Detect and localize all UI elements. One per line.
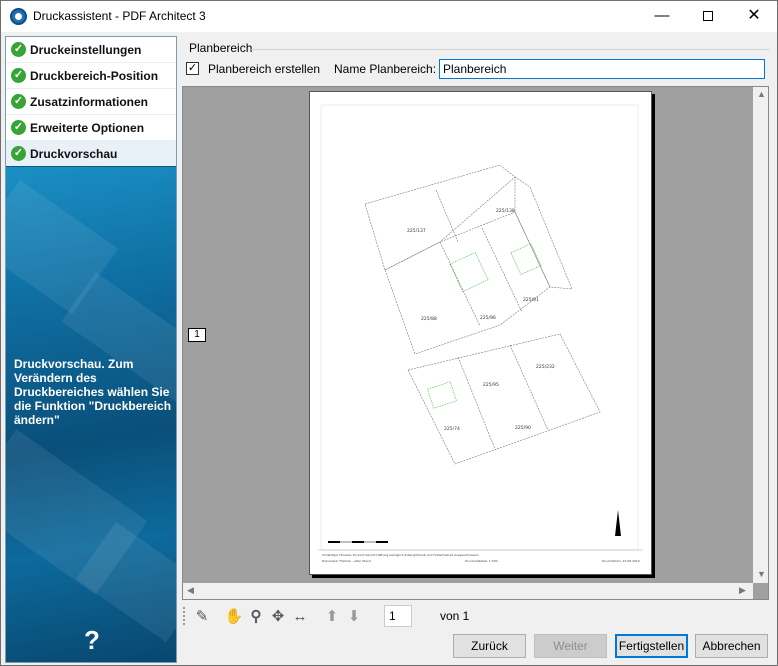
planbereich-checkbox-label[interactable]: Planbereich erstellen: [208, 62, 320, 76]
page-marker: 1: [188, 328, 206, 342]
sidebar-item-zusatzinformationen[interactable]: ✓ Zusatzinformationen: [6, 89, 176, 115]
svg-text:225/88: 225/88: [421, 316, 437, 322]
scroll-right-icon[interactable]: ▶: [739, 585, 746, 596]
print-wizard-window: Druckassistent - PDF Architect 3 — ✕ ✓ D…: [0, 0, 778, 666]
close-button[interactable]: ✕: [731, 1, 777, 32]
check-circle-icon: ✓: [11, 68, 26, 83]
sidebar-description: Druckvorschau. Zum Verändern des Druckbe…: [14, 357, 172, 427]
sidebar-item-druckvorschau[interactable]: ✓ Druckvorschau: [6, 141, 176, 167]
title-bar: Druckassistent - PDF Architect 3 — ✕: [1, 1, 777, 32]
planbereich-group-title: Planbereich: [189, 41, 253, 55]
wizard-sidebar: ✓ Druckeinstellungen ✓ Druckbereich-Posi…: [5, 36, 177, 663]
zoom-icon[interactable]: ⚲: [245, 606, 267, 628]
window-title: Druckassistent - PDF Architect 3: [33, 9, 206, 23]
sidebar-item-label: Druckvorschau: [30, 146, 118, 161]
svg-text:225/91: 225/91: [523, 297, 539, 303]
svg-text:225/74: 225/74: [444, 426, 460, 432]
minimize-button[interactable]: —: [639, 1, 685, 32]
svg-text:225/138: 225/138: [496, 208, 515, 214]
name-planbereich-input[interactable]: [439, 59, 765, 79]
sidebar-item-druckbereich-position[interactable]: ✓ Druckbereich-Position: [6, 63, 176, 89]
sidebar-item-druckeinstellungen[interactable]: ✓ Druckeinstellungen: [6, 37, 176, 63]
sidebar-item-label: Zusatzinformationen: [30, 94, 149, 109]
planbereich-checkbox[interactable]: ✓: [186, 62, 199, 75]
back-button[interactable]: Zurück: [453, 634, 526, 658]
hand-icon[interactable]: ✋: [223, 606, 245, 628]
svg-text:225/95: 225/95: [483, 382, 499, 388]
vertical-scrollbar[interactable]: ▲ ▼: [753, 87, 768, 583]
svg-text:225/137: 225/137: [407, 228, 426, 234]
check-circle-icon: ✓: [11, 120, 26, 135]
footer-note: Vorläufiger Hinweis: Es wird hiermit Haf…: [322, 553, 479, 557]
sidebar-item-erweiterte-optionen[interactable]: ✓ Erweiterte Optionen: [6, 115, 176, 141]
sidebar-item-label: Erweiterte Optionen: [30, 120, 145, 135]
check-circle-icon: ✓: [11, 146, 26, 161]
svg-text:225/96: 225/96: [480, 315, 496, 321]
preview-toolbar: ✎ ✋ ⚲ ✥ ↔ ⬆ ⬇: [191, 606, 365, 628]
fit-width-icon[interactable]: ↔: [289, 606, 311, 628]
app-logo-icon: [10, 8, 27, 25]
horizontal-scrollbar[interactable]: ◀ ▶: [183, 583, 753, 599]
toolbar-grip: [183, 607, 186, 625]
footer-date: Druckdatum: 15.08.2019: [602, 559, 640, 563]
svg-text:225/232: 225/232: [536, 364, 555, 370]
minimize-icon: —: [654, 7, 670, 24]
footer-document: Dokument: Flächen - alter Stand: [322, 559, 371, 563]
group-divider: [251, 49, 769, 50]
scroll-down-icon[interactable]: ▼: [757, 569, 766, 579]
scroll-left-icon[interactable]: ◀: [187, 585, 194, 596]
finish-button[interactable]: Fertigstellen: [615, 634, 688, 658]
cancel-button[interactable]: Abbrechen: [695, 634, 768, 658]
check-circle-icon: ✓: [11, 94, 26, 109]
sidebar-item-label: Druckeinstellungen: [30, 42, 142, 57]
sidebar-item-label: Druckbereich-Position: [30, 68, 159, 83]
page-number-input[interactable]: [384, 605, 412, 627]
svg-text:225/90: 225/90: [515, 425, 531, 431]
scroll-up-icon[interactable]: ▲: [757, 89, 766, 99]
cadastral-plan-drawing: 225/137 225/138 225/88 225/96 225/91 225…: [318, 104, 643, 563]
arrow-down-icon[interactable]: ⬇: [343, 606, 365, 628]
maximize-icon: [703, 11, 713, 21]
maximize-button[interactable]: [685, 1, 731, 32]
page-count-label: von 1: [440, 609, 470, 623]
arrow-up-icon[interactable]: ⬆: [321, 606, 343, 628]
north-arrow-icon: [615, 510, 621, 536]
preview-page: 225/137 225/138 225/88 225/96 225/91 225…: [309, 91, 652, 575]
footer-scale: Druckmaßstab: 1:500: [465, 559, 498, 563]
close-icon: ✕: [747, 7, 761, 24]
pencil-icon[interactable]: ✎: [191, 606, 213, 628]
move-icon[interactable]: ✥: [267, 606, 289, 628]
next-button[interactable]: Weiter: [534, 634, 607, 658]
help-icon[interactable]: ?: [84, 625, 100, 656]
check-circle-icon: ✓: [11, 42, 26, 57]
name-planbereich-label: Name Planbereich:: [334, 62, 437, 76]
